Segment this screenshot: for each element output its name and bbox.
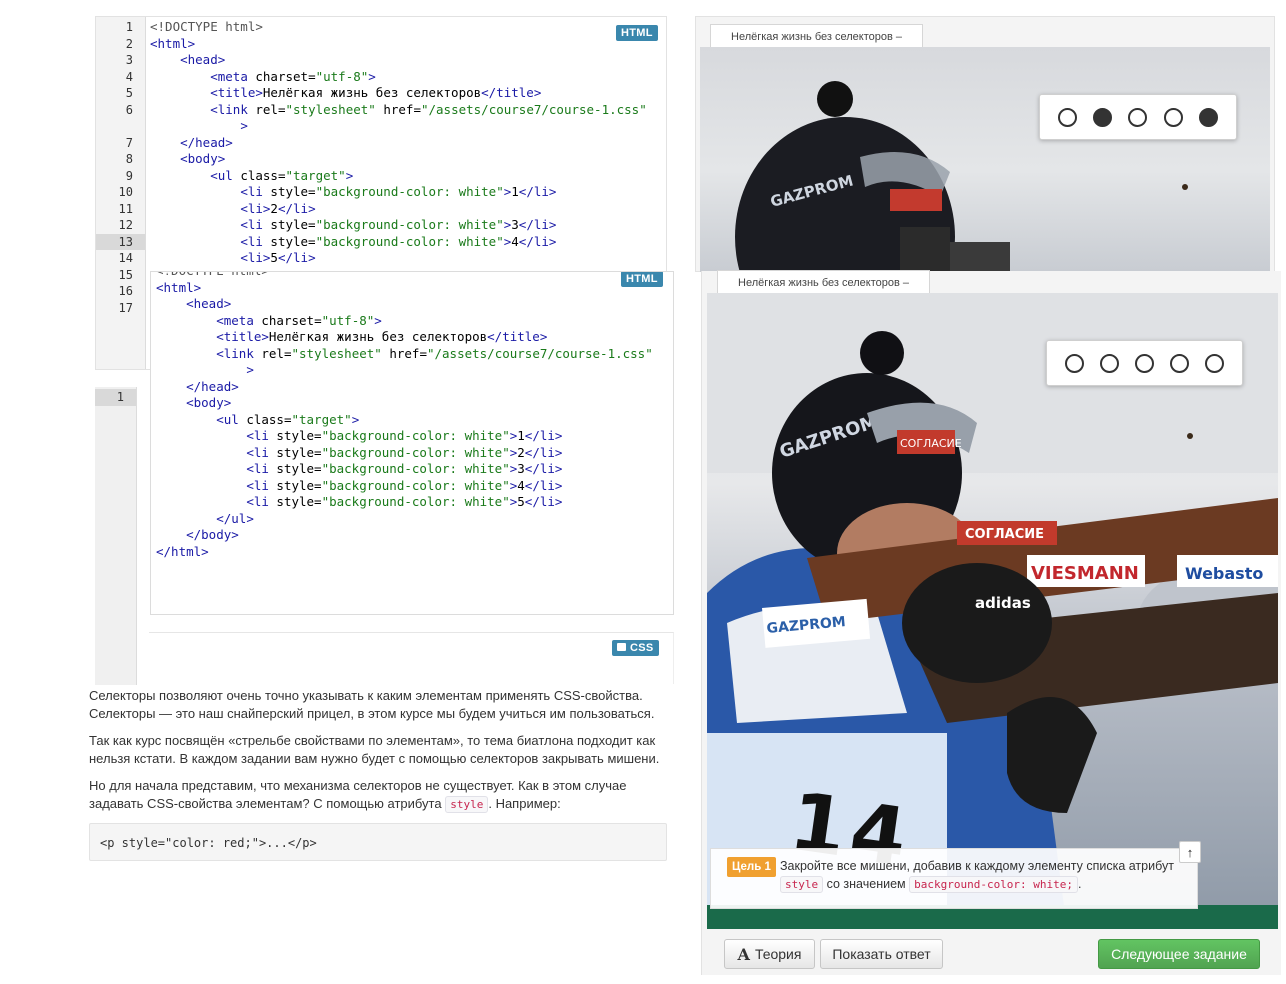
brand-logo: adidas xyxy=(975,594,1031,612)
preview-back-tab[interactable]: Нелёгкая жизнь без селекторов – xyxy=(710,24,923,47)
front-code-line: <li style="background-color: white">5</l… xyxy=(246,494,563,509)
line-number: 14 xyxy=(118,251,133,265)
back-code-line: </head> xyxy=(180,134,233,150)
athlete-image-front: 1 4 GAZPROM СОГЛАСИЕ СОГЛАСИЕ VIESMANN W… xyxy=(707,293,1278,929)
back-target-2 xyxy=(1093,107,1113,127)
html-editor-front[interactable]: HTML <!DOCTYPE html><html> <head> <meta … xyxy=(150,271,674,615)
css-line-number: 1 xyxy=(95,389,136,406)
next-task-button[interactable]: Следующее задание xyxy=(1098,939,1260,969)
line-number: 12 xyxy=(118,218,133,232)
line-number: 6 xyxy=(125,102,133,117)
task-code-style: style xyxy=(780,876,824,893)
front-code-line: <ul class="target"> xyxy=(216,411,360,427)
targets-panel-back xyxy=(1039,94,1237,140)
line-number: 2 xyxy=(125,36,133,51)
sponsor-2: СОГЛАСИЕ xyxy=(965,527,1044,542)
front-code-line: </body> xyxy=(186,527,239,542)
front-code-line: <li style="background-color: white">3</l… xyxy=(246,461,563,476)
back-code-line: <head> xyxy=(180,52,226,67)
back-target-3 xyxy=(1128,107,1148,127)
back-code-line: <li>5</li> xyxy=(240,250,316,265)
front-target-4 xyxy=(1170,353,1189,373)
front-code-line: </html> xyxy=(156,543,209,559)
back-code-line: <!DOCTYPE html> xyxy=(150,19,263,34)
back-code-line: <html> xyxy=(150,35,196,51)
back-code-line: <meta charset="utf-8"> xyxy=(210,68,376,84)
css-editor[interactable]: 1 xyxy=(95,387,151,685)
line-number: 10 xyxy=(118,185,133,199)
theory-icon: A xyxy=(737,944,750,964)
line-number: 7 xyxy=(125,135,133,150)
theory-paragraph-2: Так как курс посвящён «стрельбе свойства… xyxy=(89,733,660,766)
show-answer-button[interactable]: Показать ответ xyxy=(820,939,943,969)
line-number: 3 xyxy=(125,53,133,67)
theory-paragraph-1: Селекторы позволяют очень точно указыват… xyxy=(89,688,655,721)
front-code-line: <link rel="stylesheet" href="/assets/cou… xyxy=(216,345,653,361)
targets-panel-front xyxy=(1046,340,1243,386)
back-code-line: <li style="background-color: white">1</l… xyxy=(240,184,557,199)
front-code-line: <meta charset="utf-8"> xyxy=(216,312,382,328)
front-target-5 xyxy=(1205,353,1224,373)
sponsor-3: VIESMANN xyxy=(1031,563,1139,584)
front-code-line: <!DOCTYPE html> xyxy=(156,272,269,280)
line-number: 9 xyxy=(125,168,133,183)
lock-icon xyxy=(617,643,626,651)
line-number: 13 xyxy=(96,233,145,250)
css-line-gutter: 1 xyxy=(95,387,137,685)
front-code-line: <li style="background-color: white">1</l… xyxy=(246,428,563,443)
arrow-up-icon: ↑ xyxy=(1186,844,1194,860)
front-target-1 xyxy=(1065,353,1084,373)
task-text: Закройте все мишени, добавив к каждому э… xyxy=(780,859,1174,893)
theory-button[interactable]: A Теория xyxy=(724,939,815,969)
scroll-top-button[interactable]: ↑ xyxy=(1179,841,1201,863)
front-target-3 xyxy=(1135,353,1154,373)
front-code-line: <html> xyxy=(156,279,202,295)
line-number: 8 xyxy=(125,152,133,166)
css-badge: CSS xyxy=(612,640,659,656)
line-number: 1 xyxy=(125,20,133,34)
front-code-line: <head> xyxy=(186,296,232,311)
line-gutter-back: 1 2 3 4 5 6 7 8 9 10 11 12 13 14 15 16 17 xyxy=(96,17,146,369)
front-code-line: <title>Нелёгкая жизнь без селекторов</ti… xyxy=(216,329,548,344)
line-number: 5 xyxy=(125,86,133,100)
preview-back-photo: GAZPROM xyxy=(700,47,1270,272)
example-code-block: <p style="color: red;">...</p> xyxy=(89,823,667,861)
task-code-value: background-color: white; xyxy=(909,876,1079,893)
svg-text:СОГЛАСИЕ: СОГЛАСИЕ xyxy=(900,437,962,450)
sponsor-4: Webasto xyxy=(1185,564,1263,583)
line-number: 11 xyxy=(118,201,133,216)
front-code-line: </head> xyxy=(186,378,239,394)
front-target-2 xyxy=(1100,353,1119,373)
back-code-line: <title>Нелёгкая жизнь без селекторов</ti… xyxy=(210,85,542,100)
line-number: 17 xyxy=(118,300,133,315)
back-code-line: <body> xyxy=(180,151,226,166)
task-box: Цель 1 Закройте все мишени, добавив к ка… xyxy=(710,848,1198,909)
back-code-line: <li>2</li> xyxy=(240,200,316,216)
style-code: style xyxy=(445,796,489,813)
front-code-line: </ul> xyxy=(216,510,254,526)
line-number: 16 xyxy=(118,284,133,298)
front-code-line: <li style="background-color: white">4</l… xyxy=(246,477,563,493)
back-target-4 xyxy=(1163,107,1183,127)
preview-front-photo: 1 4 GAZPROM СОГЛАСИЕ СОГЛАСИЕ VIESMANN W… xyxy=(707,293,1278,929)
theory-paragraph-3: Но для начала представим, что механизма … xyxy=(89,778,627,813)
back-target-1 xyxy=(1058,107,1078,127)
back-target-5 xyxy=(1198,107,1218,127)
task-label: Цель 1 xyxy=(727,857,776,877)
preview-front-tab[interactable]: Нелёгкая жизнь без селекторов – xyxy=(717,270,930,293)
back-code-line: <li style="background-color: white">4</l… xyxy=(240,233,557,249)
back-code-line: <li style="background-color: white">3</l… xyxy=(240,217,557,232)
back-code-line: <link rel="stylesheet" href="/assets/cou… xyxy=(210,101,647,117)
css-editor-area[interactable]: CSS xyxy=(149,632,674,684)
front-code-line: <li style="background-color: white">2</l… xyxy=(246,444,563,460)
line-number: 15 xyxy=(118,267,133,282)
back-code-line: > xyxy=(240,118,248,133)
front-code-line: <body> xyxy=(186,395,232,410)
front-code-line: > xyxy=(246,362,254,377)
back-code-line: <ul class="target"> xyxy=(210,167,354,183)
athlete-image-back: GAZPROM xyxy=(735,81,1188,272)
line-number: 4 xyxy=(125,69,133,84)
